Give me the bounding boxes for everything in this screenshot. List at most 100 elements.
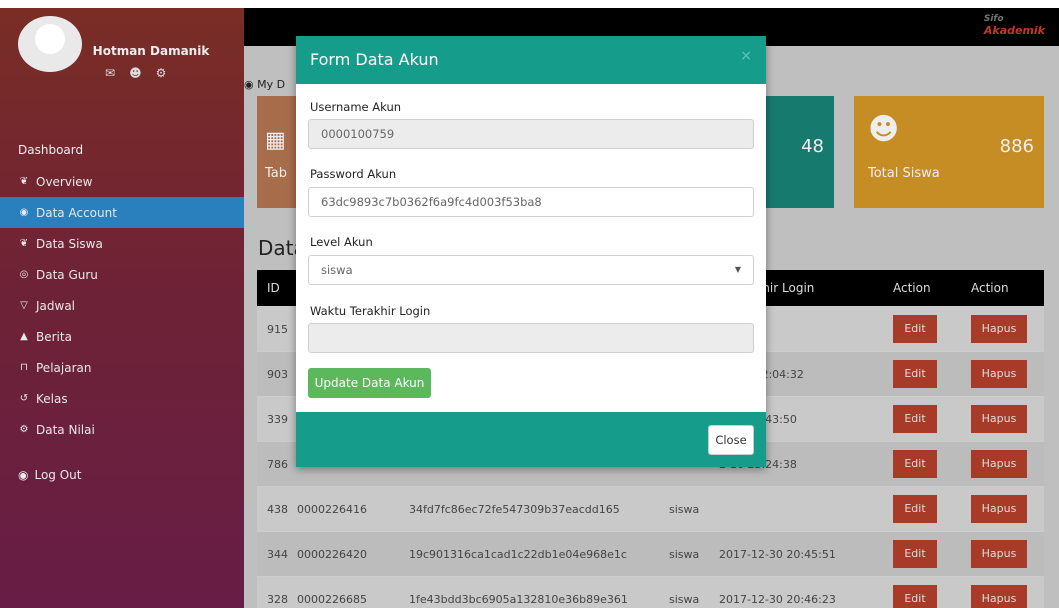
hapus-button[interactable]: Hapus xyxy=(971,585,1027,608)
hapus-button[interactable]: Hapus xyxy=(971,495,1027,523)
username-field[interactable]: 0000100759 xyxy=(308,119,754,149)
users-icon: ❦ xyxy=(19,176,29,187)
chevron-down-icon: ▼ xyxy=(734,265,741,274)
sidebar-item-data-nilai[interactable]: ⚙ Data Nilai xyxy=(0,414,244,445)
table-icon: ▦ xyxy=(265,128,286,153)
brand-line2: Akademik xyxy=(983,24,1045,37)
header-action: Action xyxy=(971,281,1009,295)
cell-username: 0000226416 xyxy=(297,502,367,516)
avatar[interactable] xyxy=(18,16,82,72)
sidebar-item-label: Data Nilai xyxy=(36,422,95,437)
cell-username: 0000226420 xyxy=(297,547,367,561)
username-label: Username Akun xyxy=(310,100,402,114)
edit-button[interactable]: Edit xyxy=(893,360,937,388)
cell-id: 438 xyxy=(267,502,288,516)
top-strip xyxy=(0,0,1059,8)
modal-header: Form Data Akun × xyxy=(296,36,766,84)
users-icon: ☻ xyxy=(868,112,900,147)
close-button[interactable]: Close xyxy=(708,425,754,455)
calendar-icon: ▽ xyxy=(20,300,28,311)
cell-id: 903 xyxy=(267,367,288,381)
card-label: Total Siswa xyxy=(868,166,940,181)
card-label: Tab xyxy=(265,166,288,181)
user-icon[interactable]: ☻ xyxy=(129,66,142,80)
cell-username: 0000226685 xyxy=(297,592,367,606)
sidebar-item-label: Overview xyxy=(36,174,93,189)
table-row: 344 0000226420 19c901316ca1cad1c22db1e04e9… xyxy=(257,531,1044,576)
login-time-field[interactable] xyxy=(308,323,754,353)
cell-level: siswa xyxy=(669,592,700,606)
eye-icon: ◉ xyxy=(19,207,29,218)
envelope-icon[interactable]: ✉ xyxy=(105,66,115,80)
logout-link[interactable]: ◉ Log Out xyxy=(18,468,82,482)
bullseye-icon: ◎ xyxy=(19,269,29,280)
cell-level: siswa xyxy=(669,547,700,561)
cell-login: 2017-12-30 20:46:23 xyxy=(719,592,836,606)
edit-button[interactable]: Edit xyxy=(893,315,937,343)
sidebar: Hotman Damanik ✉ ☻ ⚙ Dashboard ❦ Overvie… xyxy=(0,8,244,608)
sidebar-item-overview[interactable]: ❦ Overview xyxy=(0,166,244,197)
stat-card-total-siswa[interactable]: ☻ 886 Total Siswa xyxy=(854,96,1044,208)
login-time-label: Waktu Terakhir Login xyxy=(310,304,431,318)
cell-password: 34fd7fc86ec72fe547309b37eacdd165 xyxy=(409,502,620,516)
hapus-button[interactable]: Hapus xyxy=(971,360,1027,388)
cell-id: 915 xyxy=(267,322,288,336)
gear-icon: ⚙ xyxy=(19,424,29,435)
sidebar-item-jadwal[interactable]: ▽ Jadwal xyxy=(0,290,244,321)
cell-password: 19c901316ca1cad1c22db1e04e968e1c xyxy=(409,547,627,561)
sidebar-item-label: Data Guru xyxy=(36,267,98,282)
hapus-button[interactable]: Hapus xyxy=(971,540,1027,568)
table-row: 438 0000226416 34fd7fc86ec72fe547309b37eac… xyxy=(257,486,1044,531)
user-name: Hotman Damanik xyxy=(92,44,210,58)
password-field[interactable]: 63dc9893c7b0362f6a9fc4d003f53ba8 xyxy=(308,187,754,217)
edit-button[interactable]: Edit xyxy=(893,540,937,568)
edit-button[interactable]: Edit xyxy=(893,495,937,523)
level-select-value: siswa xyxy=(321,263,353,277)
sidebar-item-label: Data Account xyxy=(36,205,117,220)
edit-button[interactable]: Edit xyxy=(893,585,937,608)
sidebar-item-label: Pelajaran xyxy=(36,360,92,375)
brand-line1: Sifo xyxy=(983,14,1004,24)
nav-header[interactable]: Dashboard xyxy=(18,143,83,157)
user-actions: ✉ ☻ ⚙ xyxy=(105,66,166,80)
sidebar-item-kelas[interactable]: ↺ Kelas xyxy=(0,383,244,414)
sidebar-item-data-siswa[interactable]: ❦ Data Siswa xyxy=(0,228,244,259)
cell-login: 2017-12-30 20:45:51 xyxy=(719,547,836,561)
password-label: Password Akun xyxy=(310,167,397,181)
update-button[interactable]: Update Data Akun xyxy=(308,368,431,398)
cell-id: 786 xyxy=(267,457,288,471)
power-icon: ◉ xyxy=(18,468,29,482)
sidebar-item-label: Kelas xyxy=(36,391,68,406)
sidebar-item-label: Berita xyxy=(36,329,72,344)
sidebar-item-berita[interactable]: ▲ Berita xyxy=(0,321,244,352)
hapus-button[interactable]: Hapus xyxy=(971,315,1027,343)
cell-id: 328 xyxy=(267,592,288,606)
breadcrumb-text: My D xyxy=(257,78,286,91)
cell-id: 339 xyxy=(267,412,288,426)
sidebar-item-pelajaran[interactable]: ⊓ Pelajaran xyxy=(0,352,244,383)
sidebar-item-data-guru[interactable]: ◎ Data Guru xyxy=(0,259,244,290)
users-icon: ❦ xyxy=(19,238,29,249)
level-label: Level Akun xyxy=(310,235,373,249)
stat-card-teal[interactable]: 48 xyxy=(754,96,834,208)
card-number: 886 xyxy=(999,136,1034,157)
close-icon[interactable]: × xyxy=(740,48,752,64)
hapus-button[interactable]: Hapus xyxy=(971,405,1027,433)
edit-button[interactable]: Edit xyxy=(893,405,937,433)
logout-label: Log Out xyxy=(34,468,82,482)
refresh-icon: ↺ xyxy=(19,393,29,404)
level-select[interactable]: siswa ▼ xyxy=(308,255,754,285)
dashboard-icon: ◉ xyxy=(244,78,254,91)
gears-icon[interactable]: ⚙ xyxy=(156,66,167,80)
breadcrumb: ◉ My D xyxy=(244,78,285,91)
cell-password: 1fe43bdd3bc6905a132810e36b89e361 xyxy=(409,592,628,606)
header-action: Action xyxy=(893,281,931,295)
bell-icon: ▲ xyxy=(20,331,28,342)
brand-logo[interactable]: Sifo Akademik xyxy=(984,14,1045,37)
sidebar-item-data-account[interactable]: ◉ Data Account xyxy=(0,197,244,228)
sidebar-item-label: Data Siswa xyxy=(36,236,103,251)
hapus-button[interactable]: Hapus xyxy=(971,450,1027,478)
cell-id: 344 xyxy=(267,547,288,561)
edit-button[interactable]: Edit xyxy=(893,450,937,478)
card-number: 48 xyxy=(801,136,824,157)
